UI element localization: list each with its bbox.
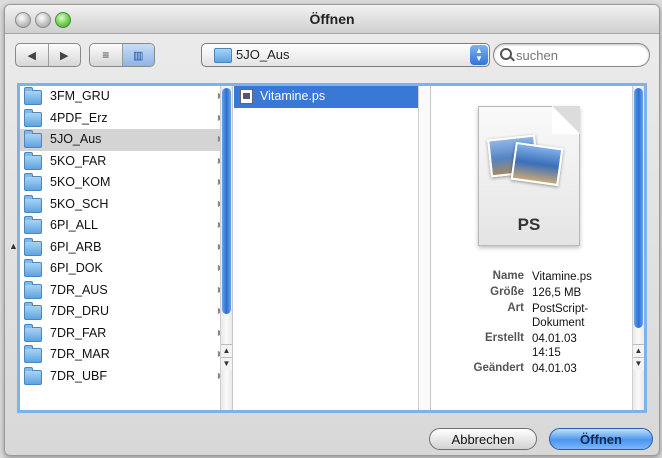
scroll-up-arrow[interactable]: ▲ <box>633 344 644 357</box>
info-value: 04.01.03 <box>532 363 577 375</box>
search-icon <box>500 48 512 60</box>
info-row: Geändert 04.01.03 <box>440 362 630 376</box>
info-row: Name Vitamine.ps <box>440 270 630 284</box>
info-key: Geändert <box>473 362 525 374</box>
info-row: Größe 126,5 MB <box>440 286 630 300</box>
file-type-badge: PS <box>517 215 541 234</box>
folder-item-label: 4PDF_Erz <box>50 110 108 125</box>
folder-column-scrollbar[interactable]: ▲ ▼ <box>220 86 232 410</box>
back-arrow-icon: ◀ <box>27 49 36 62</box>
scroll-up-arrow[interactable]: ▲ <box>221 344 232 357</box>
folder-item-label: 6PI_ARB <box>50 239 102 254</box>
forward-button[interactable]: ▶ <box>49 44 81 66</box>
forward-arrow-icon: ▶ <box>60 49 69 62</box>
scroll-thumb[interactable] <box>222 88 231 314</box>
back-button[interactable]: ◀ <box>16 44 49 66</box>
preview-column-scrollbar[interactable]: ▲ ▼ <box>632 86 644 410</box>
folder-item-label: 6PI_DOK <box>50 261 103 275</box>
folder-icon <box>24 280 42 299</box>
file-item[interactable]: Vitamine.ps <box>234 86 418 108</box>
column-view-icon: ▥ <box>133 49 144 62</box>
folder-item[interactable]: 5KO_KOM▶ <box>20 172 232 194</box>
search-field[interactable] <box>493 43 650 67</box>
folder-item[interactable]: 6PI_ARB▶ <box>20 237 232 259</box>
popup-arrows-icon: ▲ ▼ <box>470 45 488 65</box>
folder-icon <box>24 323 42 342</box>
folder-item[interactable]: 4PDF_Erz▶ <box>20 108 232 130</box>
open-dialog: Öffnen ◀ ▶ ≡ ▥ 5JO_Aus ▲▼ ▲ 3FM_GRU▶4PDF… <box>4 4 660 456</box>
folder-item[interactable]: 3FM_GRU▶ <box>20 86 232 108</box>
postscript-file-icon <box>240 89 253 104</box>
folder-icon <box>24 237 42 256</box>
folder-icon <box>24 216 42 234</box>
info-key: Erstellt <box>485 332 524 344</box>
folder-icon <box>214 48 232 63</box>
postscript-document-icon: PS <box>478 106 580 246</box>
folder-item[interactable]: 5JO_Aus▶ <box>20 129 232 151</box>
info-row: Art PostScript-Dokument <box>440 302 630 330</box>
folder-icon <box>24 87 42 105</box>
folder-icon <box>24 151 42 170</box>
column-browser: 3FM_GRU▶4PDF_Erz▶5JO_Aus▶5KO_FAR▶5KO_KOM… <box>17 83 647 413</box>
title-bar: Öffnen <box>5 5 659 34</box>
folder-icon <box>24 302 42 320</box>
folder-icon <box>24 366 42 385</box>
folder-item-label: 5KO_KOM <box>50 175 111 189</box>
folder-icon <box>24 173 42 191</box>
info-row: Erstellt 04.01.03 14:15 <box>440 332 630 360</box>
folder-item-label: 7DR_UBF <box>50 368 107 383</box>
folder-item[interactable]: 7DR_UBF▶ <box>20 366 232 388</box>
search-input[interactable] <box>514 46 646 64</box>
folder-item[interactable]: 5KO_SCH▶ <box>20 194 232 216</box>
scroll-down-arrow[interactable]: ▼ <box>221 357 232 370</box>
folder-item[interactable]: 6PI_ALL▶ <box>20 215 232 237</box>
info-value: 04.01.03 14:15 <box>532 333 577 359</box>
location-popup[interactable]: 5JO_Aus ▲ ▼ <box>201 43 490 67</box>
file-item-label: Vitamine.ps <box>260 89 326 103</box>
info-key: Name <box>492 270 524 282</box>
open-button[interactable]: Öffnen <box>549 428 653 450</box>
folder-item[interactable]: 7DR_AUS▶ <box>20 280 232 302</box>
folder-item[interactable]: 5KO_FAR▶ <box>20 151 232 173</box>
info-value: Vitamine.ps <box>532 271 592 283</box>
scroll-down-arrow[interactable]: ▼ <box>633 357 644 370</box>
folder-column: 3FM_GRU▶4PDF_Erz▶5JO_Aus▶5KO_FAR▶5KO_KOM… <box>20 86 233 410</box>
scroll-thumb[interactable] <box>634 88 643 328</box>
preview-column: PS Name Vitamine.ps Größe 126,5 MB Art P… <box>432 86 644 410</box>
folder-item-label: 7DR_FAR <box>50 325 107 340</box>
file-column: Vitamine.ps <box>234 86 431 410</box>
folder-icon <box>24 194 42 213</box>
folder-icon <box>24 130 42 148</box>
folder-item[interactable]: 7DR_FAR▶ <box>20 323 232 345</box>
folder-item-label: 5KO_SCH <box>50 196 109 211</box>
folder-icon <box>24 259 42 277</box>
folder-item-label: 7DR_DRU <box>50 304 110 318</box>
info-value: 126,5 MB <box>532 287 582 299</box>
file-info: Name Vitamine.ps Größe 126,5 MB Art Post… <box>440 270 630 378</box>
folder-item-label: 6PI_ALL <box>50 218 98 232</box>
navigation-segment: ◀ ▶ <box>15 43 81 67</box>
folder-item-label: 3FM_GRU <box>50 89 110 103</box>
location-label: 5JO_Aus <box>236 47 290 62</box>
folder-item-label: 5JO_Aus <box>50 132 102 146</box>
file-column-scrollbar[interactable] <box>418 86 430 410</box>
cancel-button[interactable]: Abbrechen <box>429 428 537 450</box>
folder-icon <box>24 108 42 127</box>
view-mode-segment: ≡ ▥ <box>89 43 155 67</box>
folder-item-label: 7DR_AUS <box>50 282 108 297</box>
list-view-icon: ≡ <box>102 48 110 62</box>
window-title: Öffnen <box>309 11 355 27</box>
toolbar: ◀ ▶ ≡ ▥ 5JO_Aus ▲ ▼ <box>5 43 659 73</box>
info-key: Art <box>507 302 524 314</box>
folder-item[interactable]: 7DR_DRU▶ <box>20 301 232 323</box>
folder-item-label: 7DR_MAR <box>50 347 110 361</box>
list-view-button[interactable]: ≡ <box>90 44 123 66</box>
folder-item-label: 5KO_FAR <box>50 153 107 168</box>
folder-item[interactable]: 7DR_MAR▶ <box>20 344 232 366</box>
info-value: PostScript-Dokument <box>532 303 589 329</box>
folder-item[interactable]: 6PI_DOK▶ <box>20 258 232 280</box>
column-view-button[interactable]: ▥ <box>122 44 154 66</box>
folder-icon <box>24 345 42 363</box>
info-key: Größe <box>490 286 524 298</box>
